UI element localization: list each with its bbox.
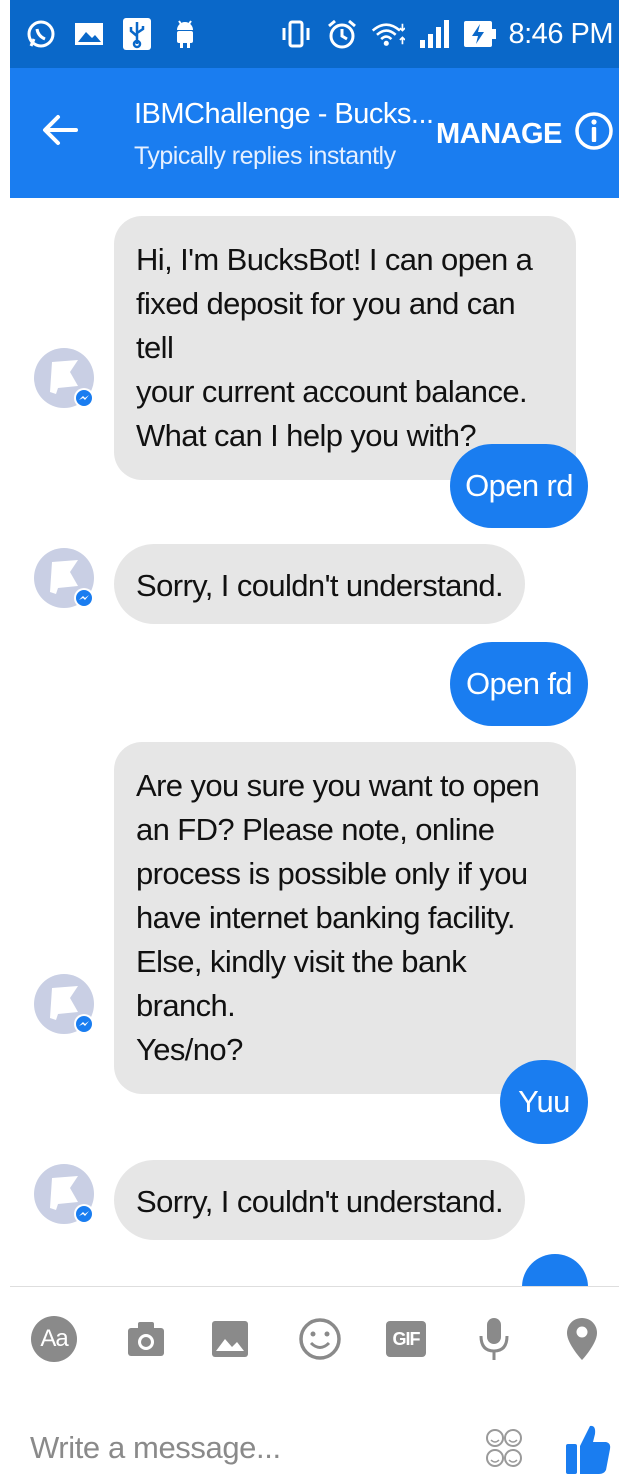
camera-button[interactable] xyxy=(122,1315,170,1363)
message-line: have internet banking facility. xyxy=(136,900,515,935)
message-line: Yes/no? xyxy=(136,1032,243,1067)
android-icon xyxy=(168,17,202,51)
vibrate-icon xyxy=(279,17,313,51)
user-message[interactable]: Open fd xyxy=(450,642,588,726)
bot-avatar[interactable] xyxy=(32,1162,96,1226)
message-line: Hi, I'm BucksBot! I can open a xyxy=(136,242,533,277)
message-text: Open fd xyxy=(465,666,573,701)
message-input[interactable] xyxy=(30,1426,450,1470)
message-text: Sorry, I couldn't understand. xyxy=(136,1184,504,1219)
info-icon xyxy=(575,112,613,150)
location-button[interactable] xyxy=(558,1315,606,1363)
info-button[interactable] xyxy=(574,111,614,151)
bot-message[interactable]: Hi, I'm BucksBot! I can open a fixed dep… xyxy=(114,216,576,480)
emoji-button[interactable] xyxy=(296,1315,344,1363)
message-text: Yuu xyxy=(518,1084,570,1119)
usb-icon xyxy=(120,17,154,51)
status-time: 8:46 PM xyxy=(508,17,614,50)
sticker-button[interactable] xyxy=(484,1424,524,1472)
message-line: Are you sure you want to open xyxy=(136,768,540,803)
manage-button[interactable]: MANAGE xyxy=(436,118,562,151)
gif-button[interactable]: GIF xyxy=(382,1315,430,1363)
arrow-left-icon xyxy=(43,115,78,145)
like-button[interactable] xyxy=(564,1422,612,1476)
status-bar: 8:46 PM xyxy=(10,0,619,68)
gif-label: GIF xyxy=(392,1328,421,1349)
bot-message[interactable]: Sorry, I couldn't understand. xyxy=(114,1160,526,1240)
bot-avatar[interactable] xyxy=(32,346,96,410)
battery-charging-icon xyxy=(463,17,497,51)
message-line: your current account balance. xyxy=(136,374,528,409)
text-format-button[interactable]: Aa xyxy=(30,1315,78,1363)
sticker-icon xyxy=(486,1429,522,1467)
chat-header: IBMChallenge - Bucks... Typically replie… xyxy=(10,68,619,198)
message-line: an FD? Please note, online xyxy=(136,812,495,847)
composer-row xyxy=(10,1398,619,1476)
camera-icon xyxy=(128,1322,164,1356)
message-line: fixed deposit for you and can tell xyxy=(136,286,516,365)
emoji-icon xyxy=(299,1318,341,1360)
message-text: Sorry, I couldn't understand. xyxy=(136,568,504,603)
microphone-button[interactable] xyxy=(470,1315,518,1363)
composer-toolbar: Aa GIF xyxy=(10,1288,619,1398)
bot-avatar[interactable] xyxy=(32,972,96,1036)
wifi-icon xyxy=(371,17,405,51)
conversation-subtitle: Typically replies instantly xyxy=(134,142,396,170)
signal-icon xyxy=(417,17,451,51)
gallery-icon xyxy=(72,17,106,51)
text-format-label: Aa xyxy=(40,1325,68,1352)
microphone-icon xyxy=(479,1318,509,1360)
location-icon xyxy=(567,1318,597,1360)
conversation-title[interactable]: IBMChallenge - Bucks... xyxy=(134,98,434,131)
alarm-icon xyxy=(325,17,359,51)
user-message[interactable]: Yuu xyxy=(500,1060,588,1144)
composer-divider xyxy=(10,1286,619,1287)
user-message-partial[interactable] xyxy=(522,1254,588,1286)
message-list[interactable]: Hi, I'm BucksBot! I can open a fixed dep… xyxy=(10,198,619,1286)
thumbs-up-icon xyxy=(566,1425,611,1474)
user-message[interactable]: Open rd xyxy=(450,444,588,528)
bot-avatar[interactable] xyxy=(32,546,96,610)
message-line: process is possible only if you xyxy=(136,856,528,891)
back-button[interactable] xyxy=(38,108,82,152)
message-line: Else, kindly visit the bank branch. xyxy=(136,944,467,1023)
bot-message[interactable]: Sorry, I couldn't understand. xyxy=(114,544,526,624)
image-icon xyxy=(212,1321,248,1357)
bot-message[interactable]: Are you sure you want to open an FD? Ple… xyxy=(114,742,576,1094)
message-text: Open rd xyxy=(465,468,573,503)
whatsapp-icon xyxy=(24,17,58,51)
image-button[interactable] xyxy=(206,1315,254,1363)
